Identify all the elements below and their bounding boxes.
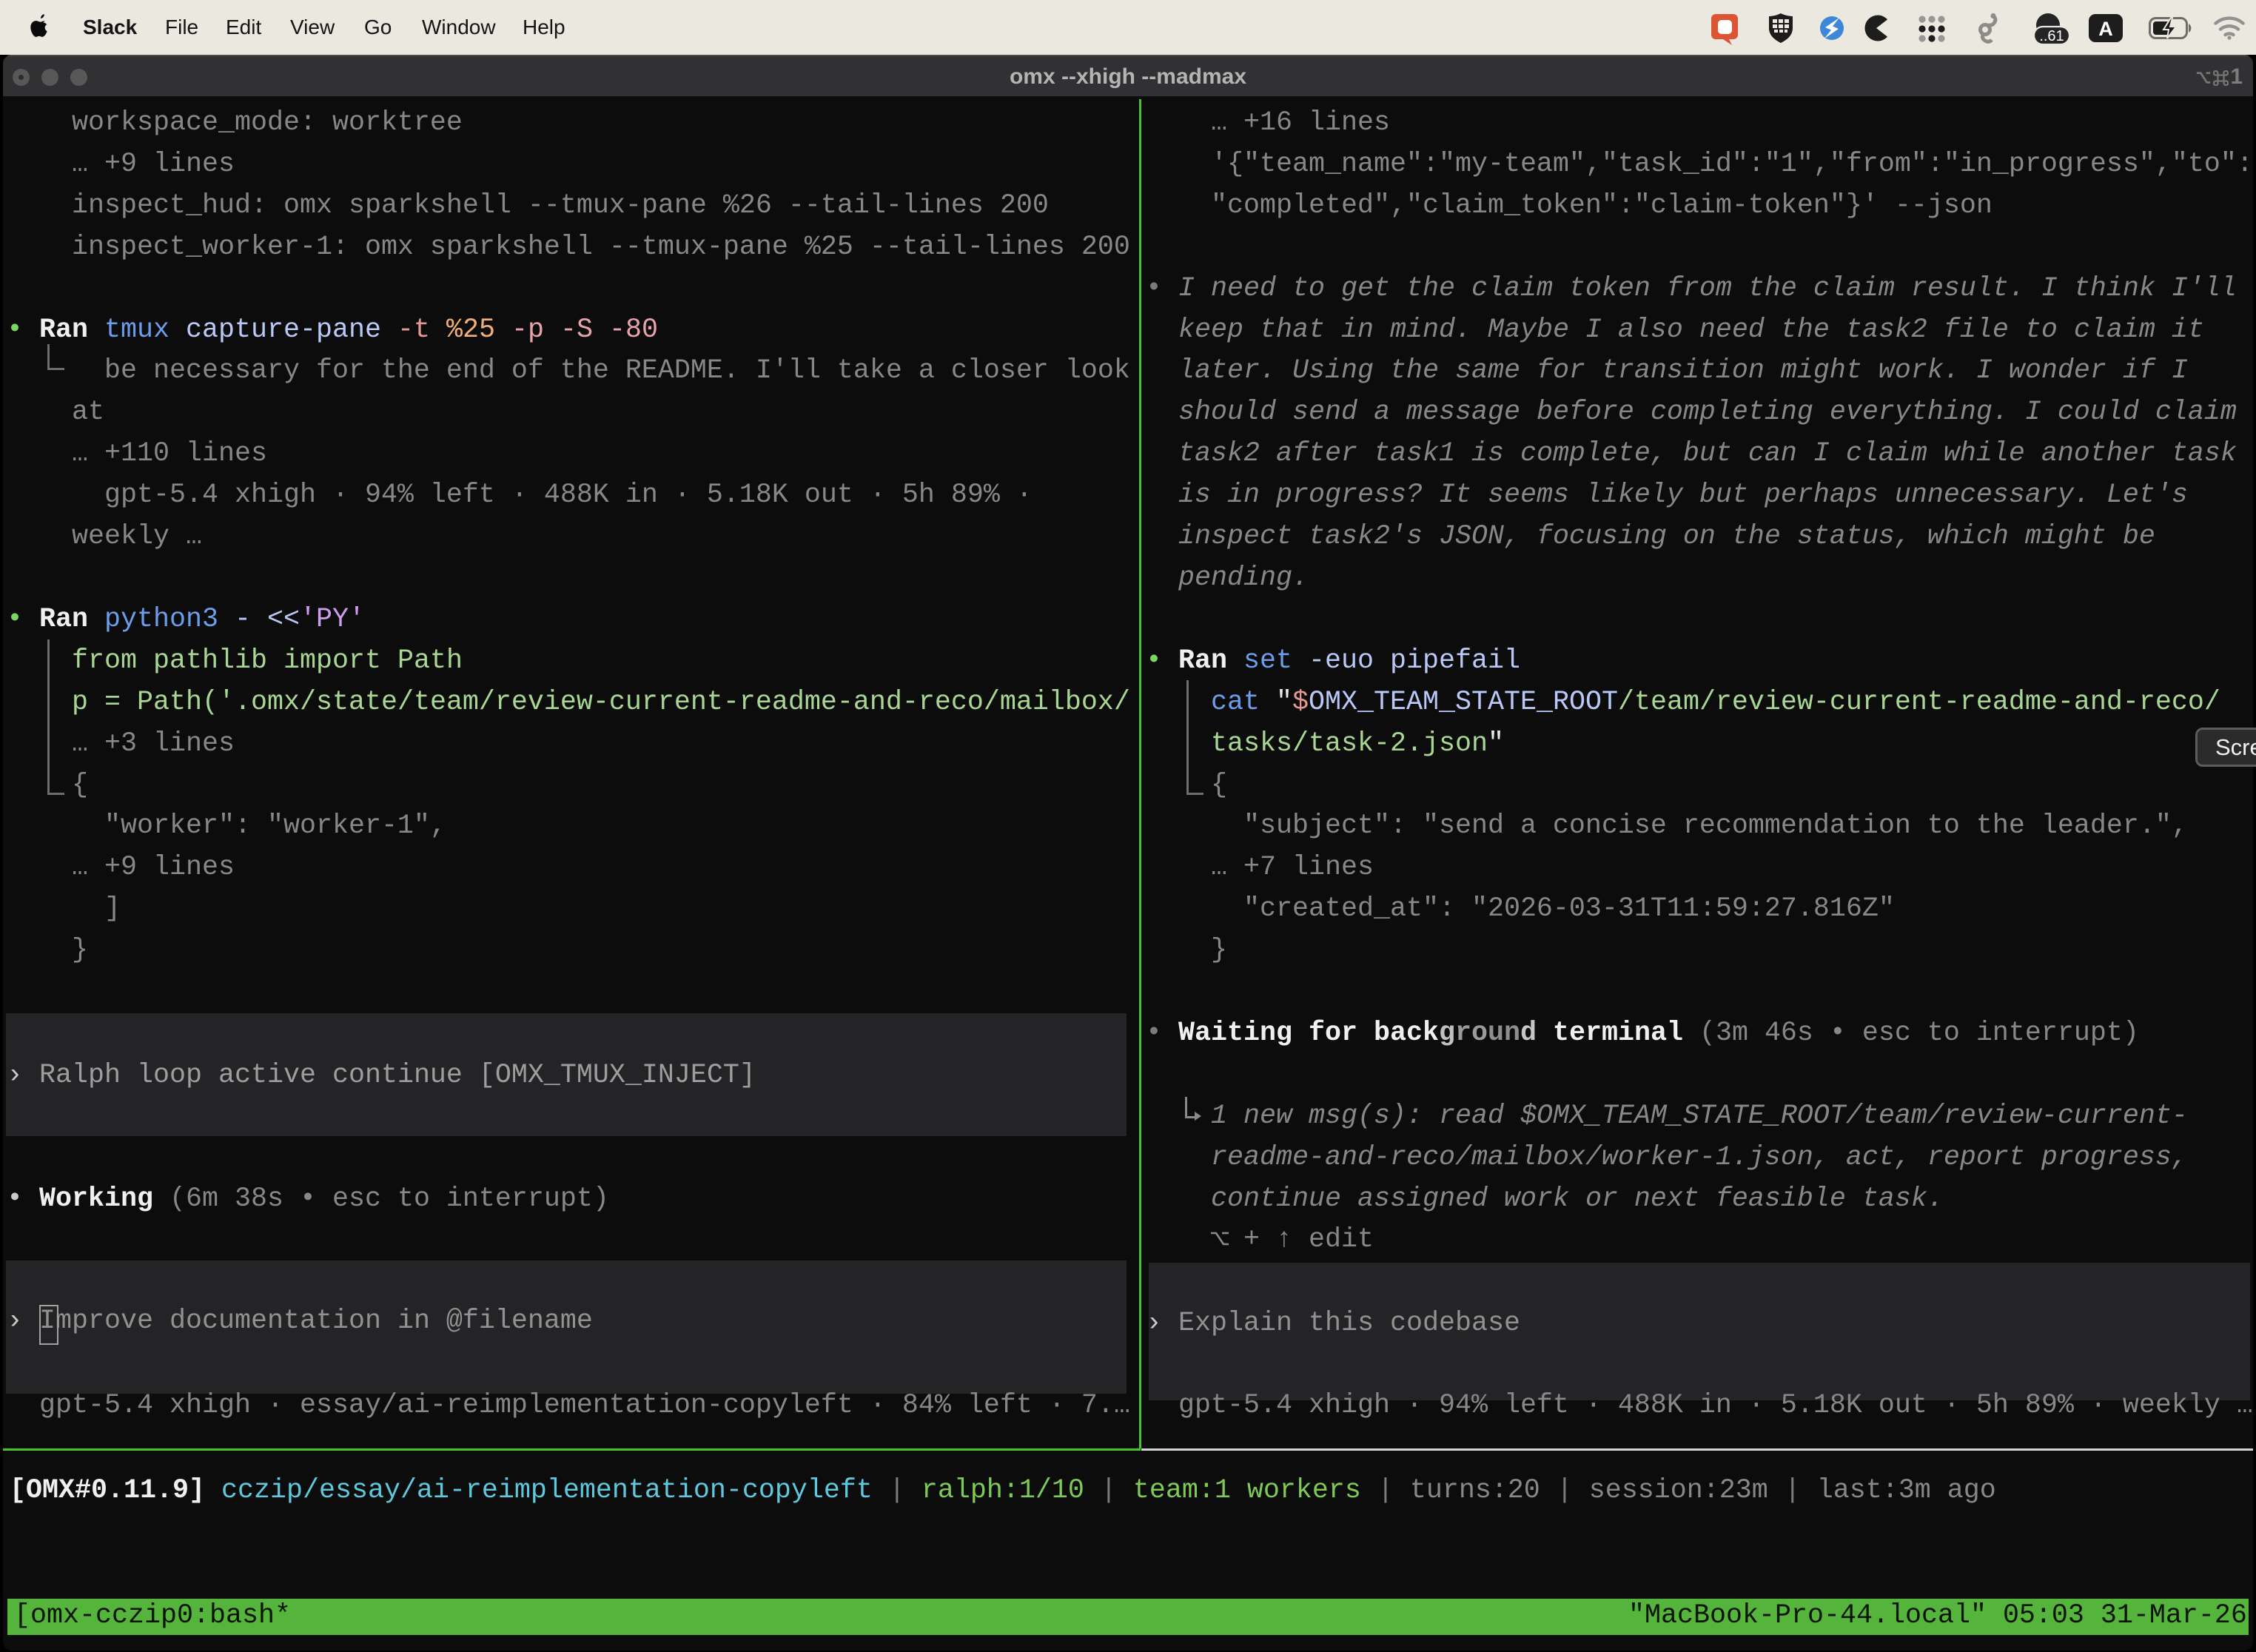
svg-text:..61: ..61 bbox=[2039, 28, 2064, 44]
svg-text:A: A bbox=[2098, 18, 2113, 40]
